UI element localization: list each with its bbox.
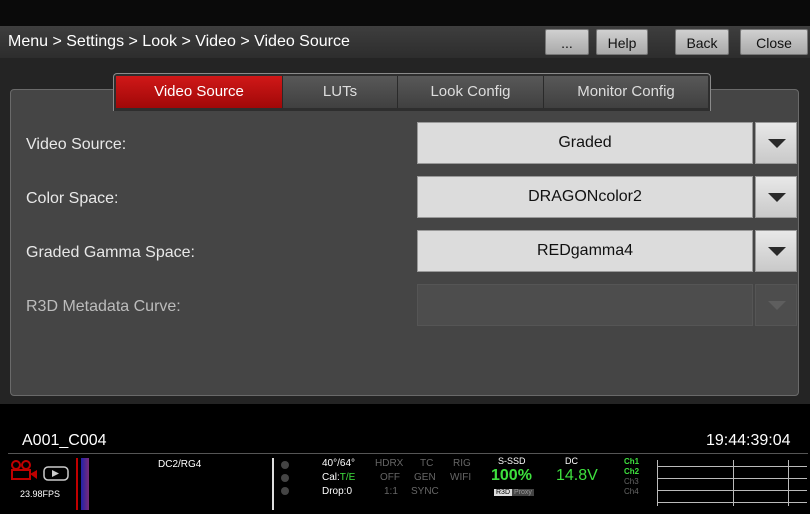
color-space-select[interactable]: DRAGONcolor2 [417,176,753,218]
media-label: S-SSD [498,456,526,466]
help-button[interactable]: Help [596,29,648,55]
proxy-tag: Proxy [512,489,534,496]
drop-readout: Drop:0 [322,486,353,497]
video-source-label: Video Source: [26,136,127,153]
audio-ch1-label: Ch1 [624,457,640,466]
back-button[interactable]: Back [675,29,729,55]
ratio-readout: 1:1 [384,486,398,497]
cal-readout: Cal:T/E [322,472,356,483]
audio-meter-left [272,458,274,510]
media-percent: 100% [491,467,532,484]
video-source-dropdown-button[interactable] [755,122,797,164]
breadcrumb: Menu > Settings > Look > Video > Video S… [8,33,350,50]
graded-gamma-space-label: Graded Gamma Space: [26,244,195,261]
power-label: DC [565,456,578,466]
shutter-readout: 40°/64° [322,458,356,469]
hdrx-label: HDRX [375,458,404,469]
r3d-metadata-curve-select [417,284,753,326]
chevron-down-icon [768,247,786,256]
audio-ch2-label: Ch2 [624,467,640,476]
video-source-select[interactable]: Graded [417,122,753,164]
close-button[interactable]: Close [740,29,808,55]
graded-gamma-space-select[interactable]: REDgamma4 [417,230,753,272]
status-dot [281,487,289,495]
audio-ch4-label: Ch4 [624,487,639,496]
r3d-metadata-curve-dropdown-button [755,284,797,326]
status-dot [281,461,289,469]
graded-gamma-space-dropdown-button[interactable] [755,230,797,272]
chevron-down-icon [768,301,786,310]
power-voltage: 14.8V [556,467,598,484]
color-space-dropdown-button[interactable] [755,176,797,218]
timecode: 19:44:39:04 [706,432,791,449]
status-divider [8,453,808,454]
chevron-down-icon [768,139,786,148]
tab-luts[interactable]: LUTs [283,76,398,108]
audio-ch3-label: Ch3 [624,477,639,486]
tc-label: TC [420,458,434,469]
tab-bar: Video Source LUTs Look Config Monitor Co… [113,73,711,111]
chevron-down-icon [768,193,786,202]
fps-readout: 23.98FPS [20,489,61,499]
more-button[interactable]: ... [545,29,589,55]
camera-record-icon [11,460,69,481]
tab-monitor-config[interactable]: Monitor Config [544,76,708,108]
tc-gen-label: GEN [414,472,436,483]
hdrx-state: OFF [380,472,400,483]
histogram [81,458,89,510]
tab-video-source[interactable]: Video Source [116,76,283,108]
look-readout: DC2/RG4 [158,459,202,470]
r3d-tag: R3D [494,489,513,496]
status-dot [281,474,289,482]
color-space-label: Color Space: [26,190,119,207]
wifi-label: WIFI [450,472,472,483]
red-indicator-bar [76,458,78,510]
r3d-metadata-curve-label: R3D Metadata Curve: [26,298,181,315]
tab-look-config[interactable]: Look Config [398,76,544,108]
rig-label: RIG [453,458,471,469]
top-strip [0,0,810,26]
sync-label: SYNC [411,486,439,497]
audio-meters [657,458,807,508]
clip-name: A001_C004 [22,432,107,449]
